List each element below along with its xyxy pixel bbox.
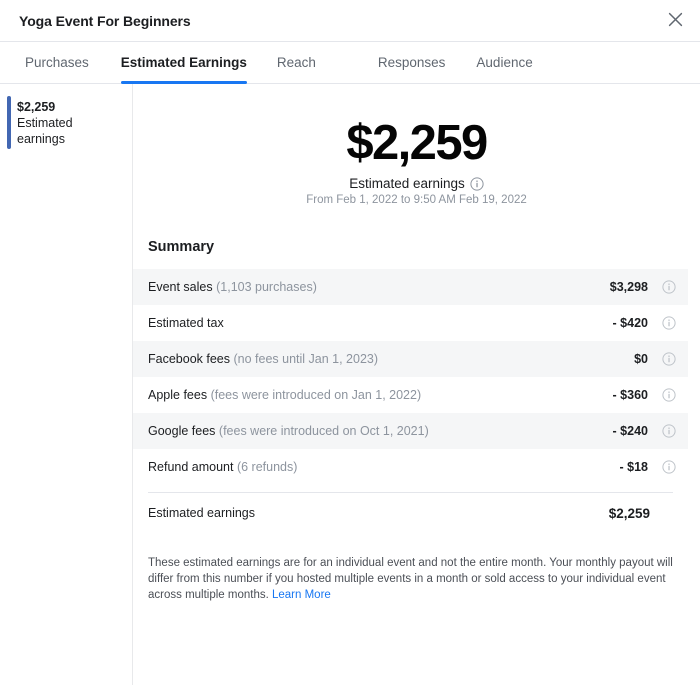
tab-label: Estimated Earnings: [121, 55, 247, 70]
table-row: Facebook fees (no fees until Jan 1, 2023…: [133, 341, 688, 377]
tab-label: Audience: [476, 55, 532, 70]
row-value: - $360: [613, 388, 648, 402]
info-icon[interactable]: [662, 280, 676, 294]
row-label: Google fees (fees were introduced on Oct…: [148, 424, 429, 438]
total-label: Estimated earnings: [148, 506, 255, 520]
summary-total-row: Estimated earnings $2,259: [133, 493, 688, 533]
close-button[interactable]: [660, 4, 690, 34]
row-note: (6 refunds): [237, 460, 297, 474]
page-title: Yoga Event For Beginners: [19, 13, 191, 29]
hero-date-range: From Feb 1, 2022 to 9:50 AM Feb 19, 2022: [133, 194, 700, 206]
info-icon[interactable]: [662, 316, 676, 330]
info-icon[interactable]: [662, 388, 676, 402]
row-label: Event sales (1,103 purchases): [148, 280, 317, 294]
row-value: $3,298: [610, 280, 648, 294]
hero-amount: $2,259: [133, 116, 700, 170]
tab-audience[interactable]: Audience: [476, 42, 532, 83]
row-note: (fees were introduced on Jan 1, 2022): [211, 388, 422, 402]
summary-section: Summary Event sales (1,103 purchases) $3…: [133, 239, 700, 533]
row-value: - $420: [613, 316, 648, 330]
sidebar-item-estimated-earnings[interactable]: $2,259 Estimated earnings: [0, 96, 132, 150]
summary-rows: Event sales (1,103 purchases) $3,298 Est…: [133, 269, 700, 533]
info-icon[interactable]: [470, 177, 484, 191]
row-note: (fees were introduced on Oct 1, 2021): [219, 424, 429, 438]
row-label: Apple fees (fees were introduced on Jan …: [148, 388, 421, 402]
table-row: Estimated tax - $420: [133, 305, 688, 341]
tab-estimated-earnings[interactable]: Estimated Earnings: [121, 42, 247, 83]
row-note: (1,103 purchases): [216, 280, 317, 294]
row-value: - $240: [613, 424, 648, 438]
table-row: Google fees (fees were introduced on Oct…: [133, 413, 688, 449]
row-label: Refund amount (6 refunds): [148, 460, 297, 474]
hero-subtitle-row: Estimated earnings: [133, 176, 700, 191]
info-icon[interactable]: [662, 424, 676, 438]
main-panel: $2,259 Estimated earnings From Feb 1, 20…: [133, 84, 700, 685]
tab-label: Reach: [277, 55, 316, 70]
total-value: $2,259: [609, 506, 650, 521]
tab-label: Purchases: [25, 55, 89, 70]
table-row: Event sales (1,103 purchases) $3,298: [133, 269, 688, 305]
sidebar-item-label: Estimated earnings: [17, 115, 122, 147]
tab-responses[interactable]: Responses: [378, 42, 446, 83]
sidebar: $2,259 Estimated earnings: [0, 84, 133, 685]
tab-reach[interactable]: Reach: [277, 42, 316, 83]
table-row: Apple fees (fees were introduced on Jan …: [133, 377, 688, 413]
table-row: Refund amount (6 refunds) - $18: [133, 449, 688, 485]
disclaimer: These estimated earnings are for an indi…: [148, 555, 688, 603]
hero-subtitle: Estimated earnings: [349, 176, 465, 191]
info-icon[interactable]: [662, 352, 676, 366]
close-icon: [668, 12, 683, 27]
tab-purchases[interactable]: Purchases: [25, 42, 89, 83]
row-note: (no fees until Jan 1, 2023): [233, 352, 378, 366]
tab-label: Responses: [378, 55, 446, 70]
disclaimer-text: These estimated earnings are for an indi…: [148, 557, 673, 601]
row-label: Facebook fees (no fees until Jan 1, 2023…: [148, 352, 378, 366]
earnings-hero: $2,259 Estimated earnings From Feb 1, 20…: [133, 84, 700, 206]
info-icon[interactable]: [662, 460, 676, 474]
learn-more-link[interactable]: Learn More: [272, 587, 331, 603]
tab-bar: Purchases Estimated Earnings Reach Respo…: [0, 42, 700, 84]
dialog-content: $2,259 Estimated earnings $2,259 Estimat…: [0, 84, 700, 685]
row-value: - $18: [620, 460, 649, 474]
dialog-titlebar: Yoga Event For Beginners: [0, 0, 700, 42]
summary-heading: Summary: [148, 239, 700, 255]
row-label: Estimated tax: [148, 316, 224, 330]
sidebar-item-amount: $2,259: [17, 99, 122, 115]
row-value: $0: [634, 352, 648, 366]
